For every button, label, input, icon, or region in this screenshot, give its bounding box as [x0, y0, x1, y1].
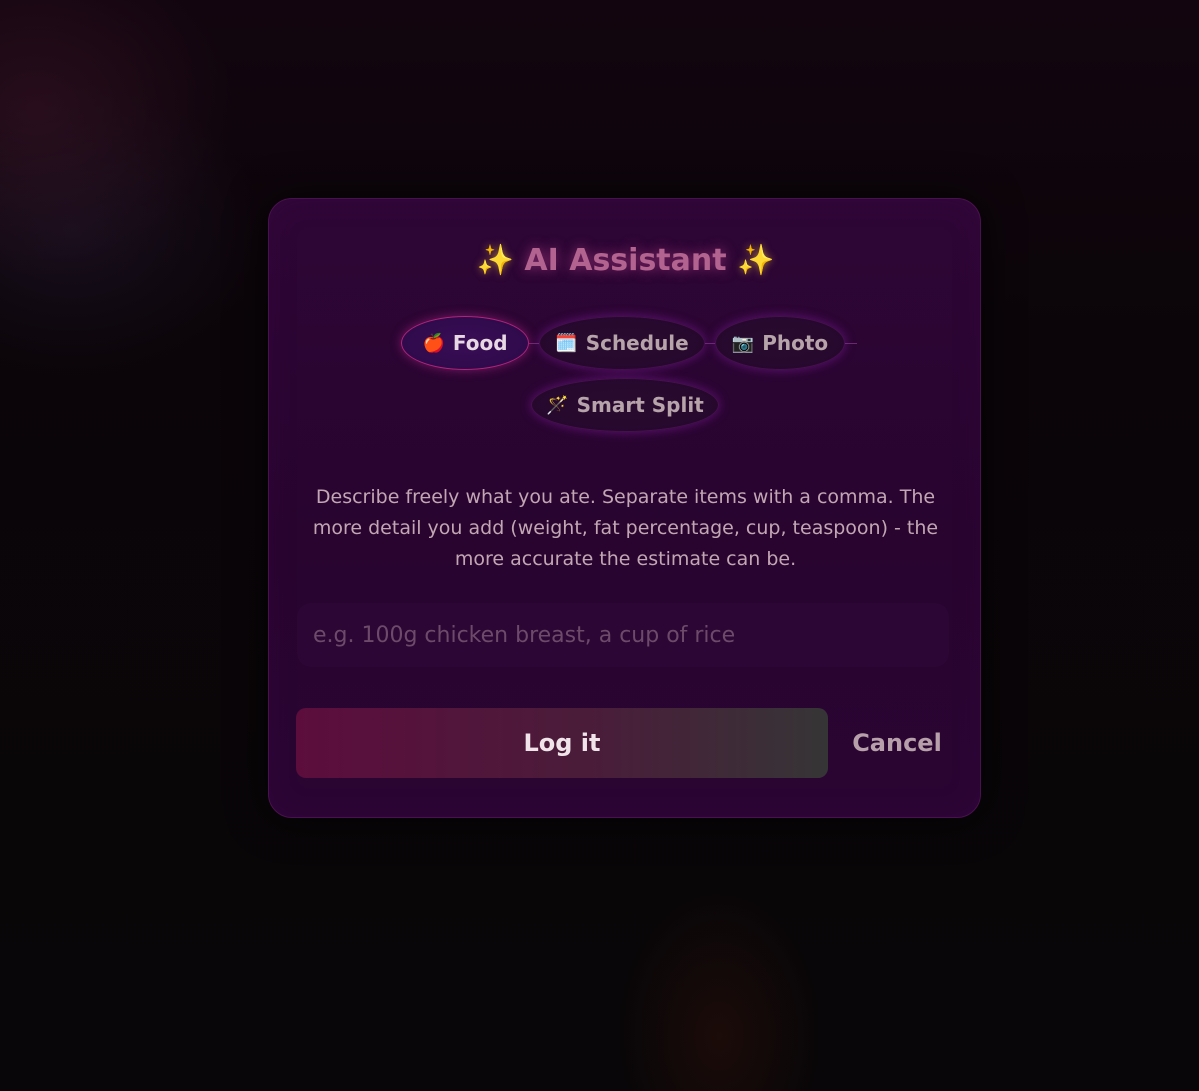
- modal-title: ✨ AI Assistant ✨: [269, 243, 982, 278]
- calendar-icon: 🗓️: [555, 332, 578, 354]
- cancel-button[interactable]: Cancel: [839, 708, 955, 778]
- tab-food-label: Food: [452, 331, 508, 355]
- tab-smart-split[interactable]: 🪄 Smart Split: [531, 378, 719, 432]
- tab-photo[interactable]: 📷 Photo: [715, 316, 845, 370]
- sparkles-icon: ✨: [737, 243, 775, 278]
- tab-food[interactable]: 🍎 Food: [401, 316, 529, 370]
- tab-schedule-label: Schedule: [585, 331, 689, 355]
- modal-title-text: AI Assistant: [524, 243, 727, 278]
- log-it-button[interactable]: Log it: [296, 708, 828, 778]
- apple-icon: 🍎: [422, 332, 445, 354]
- tab-connector: [705, 343, 715, 344]
- tab-schedule[interactable]: 🗓️ Schedule: [539, 316, 705, 370]
- description-text: Describe freely what you ate. Separate i…: [312, 486, 939, 570]
- ai-assistant-modal: ✨ AI Assistant ✨ 🍎 Food 🗓️ Schedule 📷 Ph…: [268, 198, 981, 818]
- food-input[interactable]: [297, 603, 949, 667]
- tab-photo-label: Photo: [762, 331, 829, 355]
- camera-icon: 📷: [731, 332, 755, 354]
- sparkles-icon: ✨: [476, 243, 514, 278]
- tab-smart-split-label: Smart Split: [576, 393, 704, 417]
- tab-connector: [529, 343, 539, 344]
- magic-wand-icon: 🪄: [546, 394, 569, 416]
- tab-connector: [845, 343, 857, 344]
